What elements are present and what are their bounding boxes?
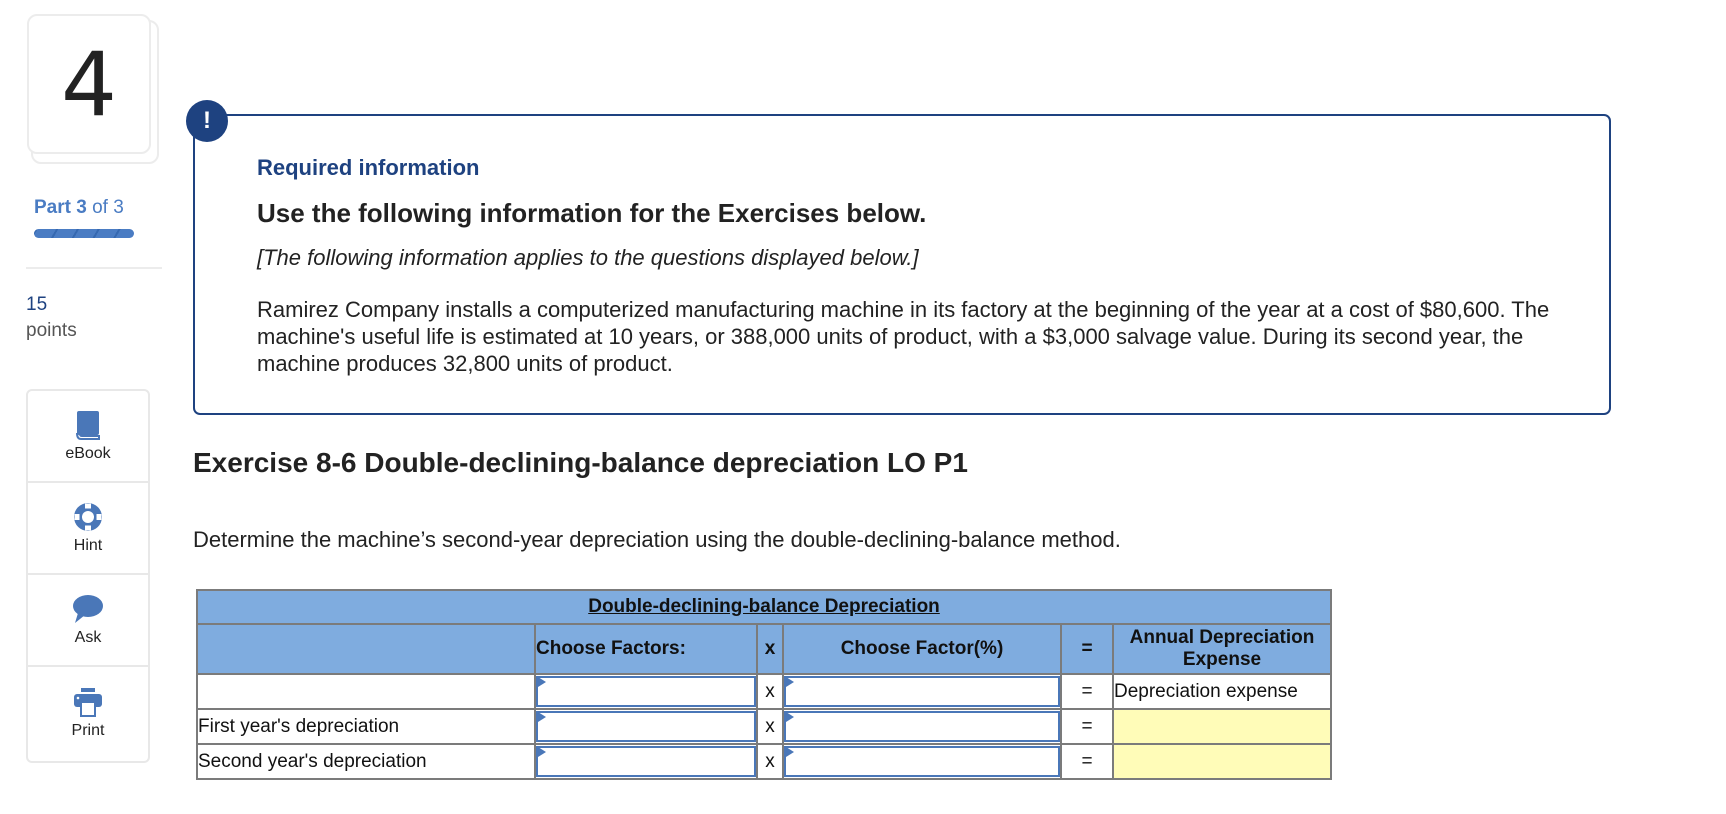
header-choose-factors: Choose Factors: — [534, 623, 758, 675]
question-number: 4 — [27, 14, 151, 154]
factor2-dropdown[interactable] — [784, 676, 1060, 707]
part-current: 3 — [76, 197, 87, 218]
equals-sign: = — [1060, 673, 1114, 710]
part-total: of 3 — [92, 197, 124, 218]
ebook-label: eBook — [65, 445, 111, 462]
second-year-depreciation-input[interactable] — [1112, 743, 1332, 780]
part-progress-bar — [34, 229, 134, 238]
ebook-button[interactable]: eBook — [28, 391, 148, 483]
factor1-dropdown[interactable] — [536, 711, 756, 742]
table-caption-row: Double-declining-balance Depreciation — [196, 589, 1332, 625]
book-icon — [76, 411, 100, 440]
info-heading: Use the following information for the Ex… — [257, 198, 927, 228]
result-label: Depreciation expense — [1112, 673, 1332, 710]
table-row: Second year's depreciation x = — [196, 743, 1332, 780]
factor2-dropdown[interactable] — [784, 746, 1060, 777]
exercise-instruction: Determine the machine’s second-year depr… — [193, 527, 1121, 552]
points-label: points — [26, 320, 77, 341]
factor2-cell — [782, 673, 1062, 710]
header-label — [196, 623, 536, 675]
ddb-depreciation-table: Double-declining-balance Depreciation Ch… — [196, 589, 1332, 780]
row-label: Second year's depreciation — [196, 743, 536, 780]
ask-button[interactable]: Ask — [28, 575, 148, 667]
times-sign: x — [756, 708, 784, 745]
print-button[interactable]: Print — [28, 667, 148, 759]
required-info-title: Required information — [257, 155, 480, 180]
factor2-dropdown[interactable] — [784, 711, 1060, 742]
equals-sign: = — [1060, 743, 1114, 780]
hint-label: Hint — [73, 537, 103, 554]
exercise-title: Exercise 8-6 Double-declining-balance de… — [193, 447, 968, 478]
factor1-dropdown[interactable] — [536, 676, 756, 707]
times-sign: x — [756, 743, 784, 780]
part-label: Part — [34, 197, 71, 218]
applies-note: [The following information applies to th… — [257, 245, 919, 270]
hint-button[interactable]: Hint — [28, 483, 148, 575]
lifebuoy-icon — [74, 503, 102, 531]
first-year-depreciation-input[interactable] — [1112, 708, 1332, 745]
question-number-card: 4 — [27, 14, 159, 164]
factor1-cell — [534, 743, 758, 780]
table-row: First year's depreciation x = — [196, 708, 1332, 745]
row-label — [196, 673, 536, 710]
table-caption: Double-declining-balance Depreciation — [196, 589, 1332, 625]
print-label: Print — [71, 722, 105, 739]
times-sign: x — [756, 673, 784, 710]
ask-label: Ask — [74, 629, 102, 646]
factor1-cell — [534, 708, 758, 745]
printer-icon — [74, 688, 102, 717]
factor2-cell — [782, 708, 1062, 745]
divider — [26, 267, 162, 269]
table-caption-text: Double-declining-balance Depreciation — [588, 596, 940, 617]
header-annual-depreciation: Annual Depreciation Expense — [1112, 623, 1332, 675]
factor1-dropdown[interactable] — [536, 746, 756, 777]
factor1-cell — [534, 673, 758, 710]
alert-icon: ! — [186, 100, 228, 142]
part-indicator: Part 3 of 3 — [34, 197, 124, 219]
points-value: 15 — [26, 294, 48, 315]
table-row: x = Depreciation expense — [196, 673, 1332, 710]
header-choose-factor-pct: Choose Factor(%) — [782, 623, 1062, 675]
row-label: First year's depreciation — [196, 708, 536, 745]
factor2-cell — [782, 743, 1062, 780]
equals-sign: = — [1060, 708, 1114, 745]
header-times: x — [756, 623, 784, 675]
header-equals: = — [1060, 623, 1114, 675]
speech-bubble-icon — [73, 595, 103, 623]
tools-panel: eBook Hint Ask Print — [26, 389, 150, 763]
table-header-row: Choose Factors: x Choose Factor(%) = Ann… — [196, 623, 1332, 675]
problem-paragraph: Ramirez Company installs a computerized … — [257, 297, 1550, 376]
